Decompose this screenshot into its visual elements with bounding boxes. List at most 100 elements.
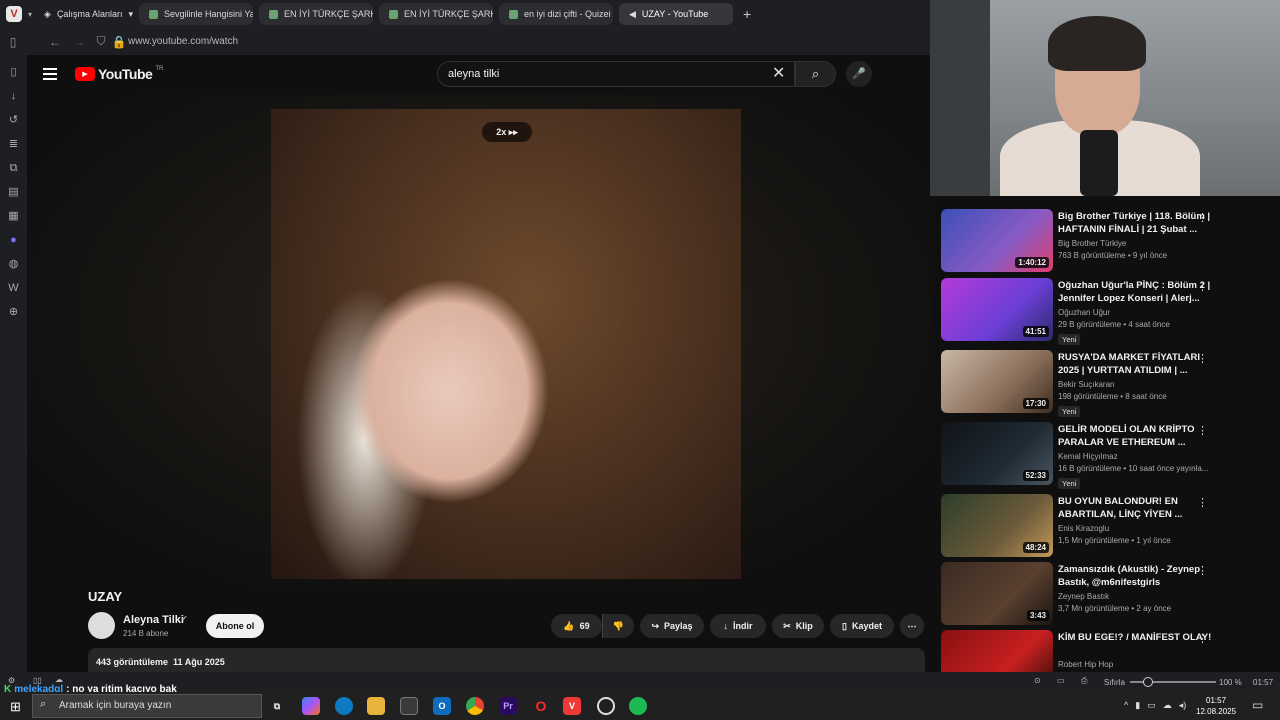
- back-icon[interactable]: ←: [46, 35, 64, 49]
- tab[interactable]: en iyi dizi çifti - Quizei: [499, 3, 613, 25]
- more-icon[interactable]: ⋮: [1197, 280, 1208, 293]
- notification-icon[interactable]: ▭: [1252, 698, 1263, 712]
- chevron-down-icon[interactable]: ▾: [28, 10, 32, 19]
- search-icon: ⌕: [811, 66, 820, 81]
- panel-toggle-icon[interactable]: ▯: [4, 35, 22, 49]
- history-icon[interactable]: ↺: [7, 113, 21, 127]
- more-icon[interactable]: ⋮: [1197, 352, 1208, 365]
- add-panel-icon[interactable]: ⊕: [7, 305, 21, 319]
- video-thumbnail[interactable]: 52:33: [941, 422, 1053, 485]
- microphone-icon[interactable]: ▮: [1135, 700, 1140, 711]
- windows-start-icon[interactable]: ⊞: [10, 699, 21, 715]
- zoom-reset-button[interactable]: Sıfırla: [1104, 678, 1125, 687]
- video-thumbnail[interactable]: 1:40:12: [941, 209, 1053, 272]
- new-tab-icon[interactable]: +: [743, 6, 751, 22]
- vivaldi-icon[interactable]: V: [563, 697, 581, 715]
- spotify-icon[interactable]: [629, 697, 647, 715]
- obs-icon[interactable]: [597, 697, 615, 715]
- premiere-icon[interactable]: Pr: [499, 697, 517, 715]
- wikipedia-icon[interactable]: W: [7, 281, 21, 295]
- more-actions-button[interactable]: ⋯: [900, 614, 924, 638]
- video-player[interactable]: 2x ▸▸: [27, 95, 930, 585]
- hamburger-menu-icon[interactable]: [43, 68, 57, 80]
- share-button[interactable]: ↪ Paylaş: [640, 614, 704, 638]
- search-input[interactable]: aleyna tilki: [437, 61, 795, 87]
- reader-icon[interactable]: ▤: [7, 185, 21, 199]
- image-icon[interactable]: ⎙: [1081, 676, 1087, 686]
- chevron-up-icon[interactable]: ^: [1124, 700, 1128, 711]
- playback-speed-badge: 2x ▸▸: [482, 122, 532, 142]
- list-item[interactable]: KİM BU EGE!? / MANİFEST OLAY! Robert Hip …: [941, 630, 1271, 672]
- more-icon: ⋯: [907, 620, 917, 631]
- dislike-button[interactable]: 👎: [602, 614, 634, 638]
- download-icon[interactable]: ↓: [7, 89, 21, 103]
- favicon-icon: [509, 9, 518, 19]
- video-thumbnail[interactable]: 41:51: [941, 278, 1053, 341]
- webcam-background: [930, 0, 990, 196]
- video-thumbnail[interactable]: 17:30: [941, 350, 1053, 413]
- bookmark-icon[interactable]: ▯: [7, 65, 21, 79]
- subscribe-button[interactable]: Abone ol: [206, 614, 264, 638]
- workspaces-button[interactable]: ◈ Çalışma Alanları ▾: [44, 9, 133, 20]
- list-item[interactable]: 41:51 Oğuzhan Uğur'la PİNÇ : Bölüm 2 | J…: [941, 278, 1271, 345]
- copilot-icon[interactable]: [302, 697, 320, 715]
- save-button[interactable]: ▯ Kaydet: [830, 614, 894, 638]
- outlook-icon[interactable]: O: [433, 697, 451, 715]
- share-icon: ↪: [651, 620, 659, 631]
- list-item[interactable]: 1:40:12 Big Brother Türkiye | 118. Bölüm…: [941, 209, 1271, 273]
- download-button[interactable]: ↓ İndir: [710, 614, 766, 638]
- search-button[interactable]: ⌕: [795, 61, 836, 87]
- notes-icon[interactable]: ≣: [7, 137, 21, 151]
- vivaldi-menu-icon[interactable]: V: [6, 6, 22, 22]
- chrome-icon[interactable]: [466, 697, 484, 715]
- network-icon[interactable]: ▭: [1147, 700, 1156, 711]
- forward-icon[interactable]: →: [70, 35, 88, 49]
- more-icon[interactable]: ⋮: [1197, 632, 1208, 645]
- list-item[interactable]: 3:43 Zamansızdık (Akustik) - Zeynep Bast…: [941, 562, 1271, 626]
- webcam-person-hair: [1048, 16, 1146, 71]
- tab-active[interactable]: ◀ UZAY - YouTube: [619, 3, 733, 25]
- volume-icon[interactable]: ◂): [1179, 700, 1187, 711]
- youtube-logo[interactable]: ▶ YouTube TR: [75, 66, 163, 82]
- url-field[interactable]: www.youtube.com/watch: [128, 36, 238, 47]
- video-thumbnail[interactable]: 3:43: [941, 562, 1053, 625]
- more-icon[interactable]: ⋮: [1197, 211, 1208, 224]
- shield-icon[interactable]: ⛉: [92, 34, 110, 49]
- task-view-icon[interactable]: ⧉: [268, 697, 286, 715]
- store-icon[interactable]: [400, 697, 418, 715]
- more-icon[interactable]: ⋮: [1197, 424, 1208, 437]
- taskbar-search-input[interactable]: Aramak için buraya yazın: [32, 694, 262, 718]
- more-icon[interactable]: ⋮: [1197, 496, 1208, 509]
- channel-avatar[interactable]: [88, 612, 115, 639]
- list-item[interactable]: 48:24 BU OYUN BALONDUR! EN ABARTILAN, Lİ…: [941, 494, 1271, 558]
- file-explorer-icon[interactable]: [367, 697, 385, 715]
- video-thumbnail[interactable]: [941, 630, 1053, 672]
- page-tiling-icon[interactable]: ▭: [1057, 676, 1065, 685]
- translate-icon[interactable]: ⧉: [7, 161, 21, 175]
- description-box[interactable]: 443 görüntüleme 11 Ağu 2025: [88, 648, 925, 672]
- calendar-icon[interactable]: ▦: [7, 209, 21, 223]
- like-button[interactable]: 👍 69: [551, 614, 602, 638]
- taskbar-clock[interactable]: 01:57 12.08.2025: [1196, 695, 1236, 717]
- mastodon-icon[interactable]: ●: [7, 233, 21, 247]
- globe-icon[interactable]: ◍: [7, 257, 21, 271]
- microphone-button[interactable]: 🎤: [846, 61, 872, 87]
- channel-name[interactable]: Aleyna Tilki: [123, 614, 184, 626]
- video-thumbnail[interactable]: 48:24: [941, 494, 1053, 557]
- clip-button[interactable]: ✂ Klip: [772, 614, 824, 638]
- cloud-icon[interactable]: ☁: [55, 675, 63, 684]
- list-item[interactable]: 52:33 GELİR MODELİ OLAN KRİPTO PARALAR V…: [941, 422, 1271, 489]
- speaker-icon: ◀: [629, 8, 636, 19]
- opera-icon[interactable]: O: [532, 697, 550, 715]
- tab[interactable]: Sevgilinle Hangisini Yapmak: [139, 3, 253, 25]
- clear-search-icon[interactable]: ✕: [772, 63, 785, 83]
- capture-icon[interactable]: ⊙: [1034, 676, 1041, 685]
- list-item[interactable]: 17:30 RUSYA'DA MARKET FİYATLARI 2025 | Y…: [941, 350, 1271, 417]
- tab[interactable]: EN İYİ TÜRKÇE ŞARKI 2010: [259, 3, 373, 25]
- more-icon[interactable]: ⋮: [1197, 564, 1208, 577]
- cloud-icon[interactable]: ☁: [1163, 700, 1172, 711]
- tab[interactable]: EN İYİ TÜRKÇE ŞARKI 2010: [379, 3, 493, 25]
- favicon-icon: [389, 9, 398, 19]
- edge-icon[interactable]: [335, 697, 353, 715]
- zoom-slider-handle[interactable]: [1143, 677, 1153, 687]
